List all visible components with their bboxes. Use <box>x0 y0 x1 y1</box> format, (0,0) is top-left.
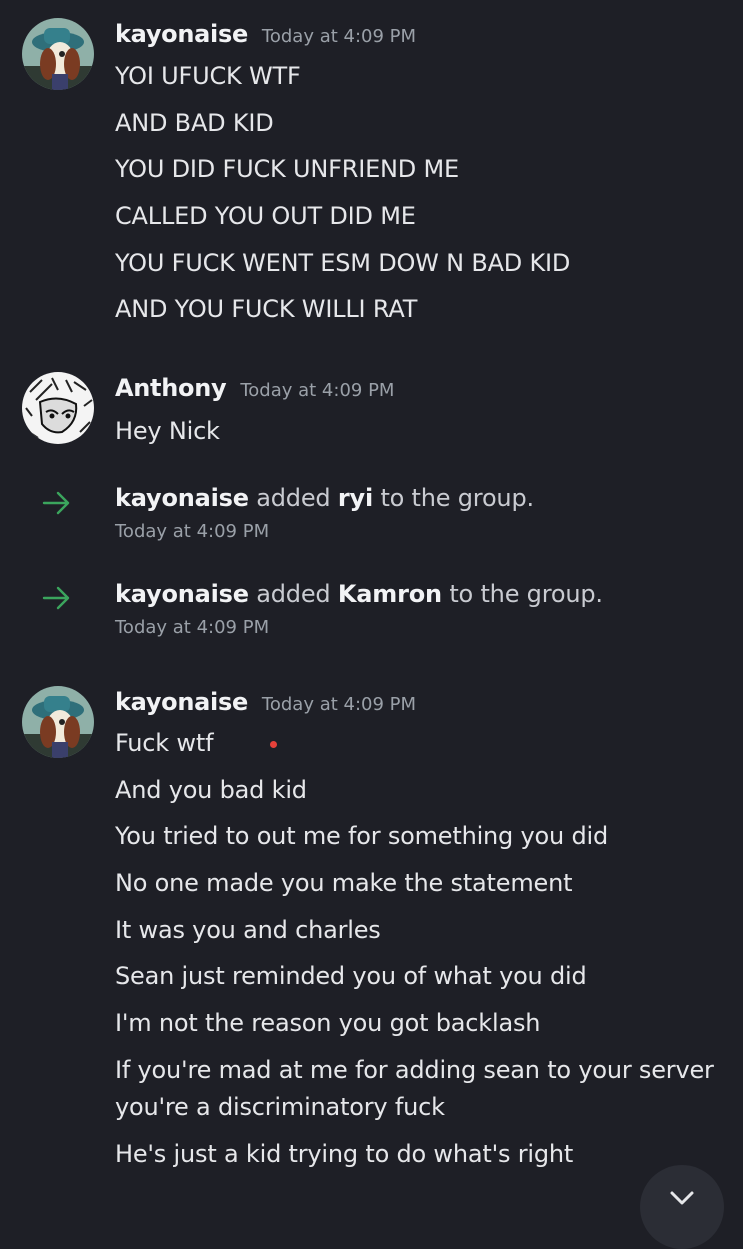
event-verb: added <box>256 580 331 608</box>
actor-name[interactable]: kayonaise <box>115 580 249 608</box>
message-line[interactable]: No one made you make the statement <box>115 865 725 902</box>
jump-to-bottom-button[interactable] <box>640 1165 724 1249</box>
username[interactable]: kayonaise <box>115 20 248 48</box>
message-line[interactable]: YOU FUCK WENT ESM DOW N BAD KID <box>115 245 725 282</box>
unread-indicator-dot <box>270 741 277 748</box>
message-line[interactable]: YOI UFUCK WTF <box>115 58 725 95</box>
message-line[interactable]: I'm not the reason you got backlash <box>115 1005 725 1042</box>
message-line[interactable]: You tried to out me for something you di… <box>115 818 725 855</box>
event-verb: added <box>256 484 331 512</box>
system-message[interactable]: kayonaise added ryi to the group. <box>115 484 534 512</box>
message-line[interactable]: AND YOU FUCK WILLI RAT <box>115 291 725 328</box>
system-message[interactable]: kayonaise added Kamron to the group. <box>115 580 603 608</box>
avatar-anthony[interactable] <box>22 372 94 444</box>
avatar-kayonaise[interactable] <box>22 686 94 758</box>
timestamp: Today at 4:09 PM <box>240 380 395 401</box>
message-header: kayonaise Today at 4:09 PM <box>115 20 416 48</box>
message-line[interactable]: It was you and charles <box>115 912 725 949</box>
message-line[interactable]: AND BAD KID <box>115 105 725 142</box>
target-name[interactable]: ryi <box>338 484 373 512</box>
message-line[interactable]: Hey Nick <box>115 413 725 450</box>
message-line[interactable]: If you're mad at me for adding sean to y… <box>115 1052 725 1126</box>
timestamp: Today at 4:09 PM <box>115 521 270 542</box>
event-suffix: to the group. <box>380 484 534 512</box>
message-line[interactable]: Sean just reminded you of what you did <box>115 958 725 995</box>
username[interactable]: Anthony <box>115 374 227 402</box>
message-line[interactable]: And you bad kid <box>115 772 725 809</box>
target-name[interactable]: Kamron <box>338 580 442 608</box>
actor-name[interactable]: kayonaise <box>115 484 249 512</box>
username[interactable]: kayonaise <box>115 688 248 716</box>
timestamp: Today at 4:09 PM <box>261 26 417 47</box>
timestamp: Today at 4:09 PM <box>261 694 417 715</box>
event-suffix: to the group. <box>449 580 603 608</box>
message-header: Anthony Today at 4:09 PM <box>115 374 394 402</box>
message-line[interactable]: He's just a kid trying to do what's righ… <box>115 1136 725 1173</box>
timestamp: Today at 4:09 PM <box>115 617 270 638</box>
avatar-kayonaise[interactable] <box>22 18 94 90</box>
message-header: kayonaise Today at 4:09 PM <box>115 688 416 716</box>
chevron-down-icon <box>670 1191 694 1205</box>
message-line[interactable]: Fuck wtf <box>115 725 725 762</box>
message-line[interactable]: YOU DID FUCK UNFRIEND ME <box>115 151 725 188</box>
message-line[interactable]: CALLED YOU OUT DID ME <box>115 198 725 235</box>
arrow-right-icon <box>42 491 70 515</box>
arrow-right-icon <box>42 586 70 610</box>
